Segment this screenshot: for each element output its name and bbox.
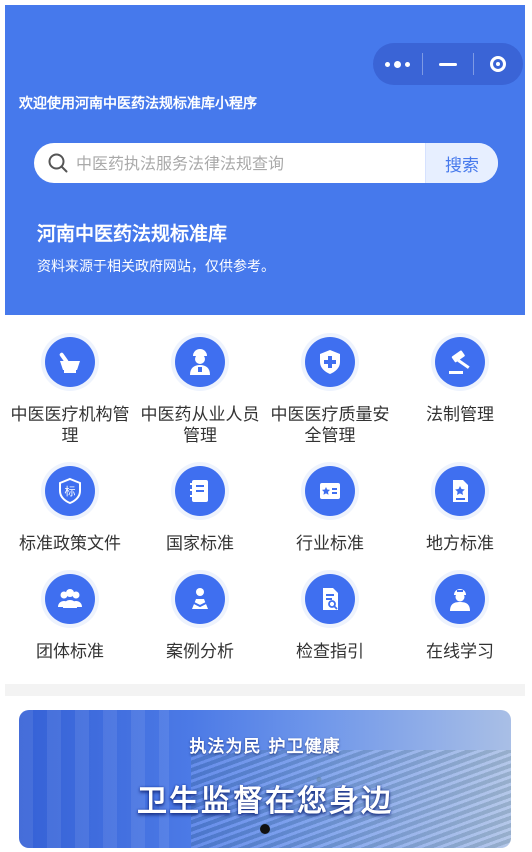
svg-text:标: 标 <box>65 484 76 498</box>
menu-item-label: 行业标准 <box>296 534 364 554</box>
minimize-button[interactable] <box>423 43 472 85</box>
menu-item-label: 中医医疗机构管理 <box>10 405 130 446</box>
menu-item-online-learning[interactable]: 在线学习 <box>395 570 525 663</box>
inspect-document-icon <box>305 574 355 624</box>
menu-item-local-std[interactable]: 地方标准 <box>395 462 525 555</box>
welcome-text: 欢迎使用河南中医药法规标准库小程序 <box>19 96 257 112</box>
menu-item-practitioners[interactable]: 中医药从业人员管理 <box>135 333 265 447</box>
search-input[interactable] <box>76 143 425 183</box>
mortar-pestle-icon <box>45 337 95 387</box>
shield-cross-icon <box>305 337 355 387</box>
search-button[interactable]: 搜索 <box>425 143 498 183</box>
star-document-icon <box>435 466 485 516</box>
menu-item-policy-docs[interactable]: 标 标准政策文件 <box>5 462 135 555</box>
page-title: 河南中医药法规标准库 <box>37 223 228 245</box>
minimize-icon <box>438 62 457 66</box>
gavel-icon <box>435 337 485 387</box>
menu-item-legal[interactable]: 法制管理 <box>395 333 525 426</box>
menu-item-label: 案例分析 <box>166 642 234 662</box>
banner-slogan: 执法为民 护卫健康 <box>189 737 341 757</box>
close-button[interactable] <box>474 43 523 85</box>
menu-item-national-std[interactable]: 国家标准 <box>135 462 265 555</box>
menu-item-label: 标准政策文件 <box>19 534 121 554</box>
standard-badge-icon: 标 <box>45 466 95 516</box>
close-target-icon <box>490 56 507 72</box>
menu-item-label: 检查指引 <box>296 642 364 662</box>
doctor-icon <box>175 337 225 387</box>
banner-headline: 卫生监督在您身边 <box>137 784 393 819</box>
student-icon <box>435 574 485 624</box>
carousel-indicator-dot[interactable] <box>260 824 270 834</box>
star-card-icon <box>305 466 355 516</box>
menu-item-label: 团体标准 <box>36 642 104 662</box>
search-bar: 搜索 <box>34 143 498 183</box>
menu-item-tcm-institution[interactable]: 中医医疗机构管理 <box>5 333 135 447</box>
mini-program-capsule <box>373 43 523 85</box>
section-divider <box>5 684 525 696</box>
menu-item-industry-std[interactable]: 行业标准 <box>265 462 395 555</box>
menu-item-label: 国家标准 <box>166 534 234 554</box>
menu-item-inspection-guide[interactable]: 检查指引 <box>265 570 395 663</box>
more-dots-icon <box>385 60 411 68</box>
menu-item-group-std[interactable]: 团体标准 <box>5 570 135 663</box>
menu-item-label: 法制管理 <box>426 405 494 425</box>
search-icon <box>40 143 76 183</box>
menu-item-label: 中医药从业人员管理 <box>140 405 260 446</box>
more-button[interactable] <box>373 43 422 85</box>
group-icon <box>45 574 95 624</box>
menu-item-case-analysis[interactable]: 案例分析 <box>135 570 265 663</box>
menu-item-label: 在线学习 <box>426 642 494 662</box>
menu-item-label: 中医医疗质量安全管理 <box>270 405 390 446</box>
page: 欢迎使用河南中医药法规标准库小程序 河南中医药法规标准库 资料来源于相关政府网站… <box>0 0 532 852</box>
reading-person-icon <box>175 574 225 624</box>
page-subtitle: 资料来源于相关政府网站，仅供参考。 <box>37 259 275 275</box>
menu-item-quality-safety[interactable]: 中医医疗质量安全管理 <box>265 333 395 447</box>
menu-item-label: 地方标准 <box>426 534 494 554</box>
banner-carousel[interactable]: 执法为民 护卫健康 卫生监督在您身边 <box>19 710 511 848</box>
notebook-icon <box>175 466 225 516</box>
